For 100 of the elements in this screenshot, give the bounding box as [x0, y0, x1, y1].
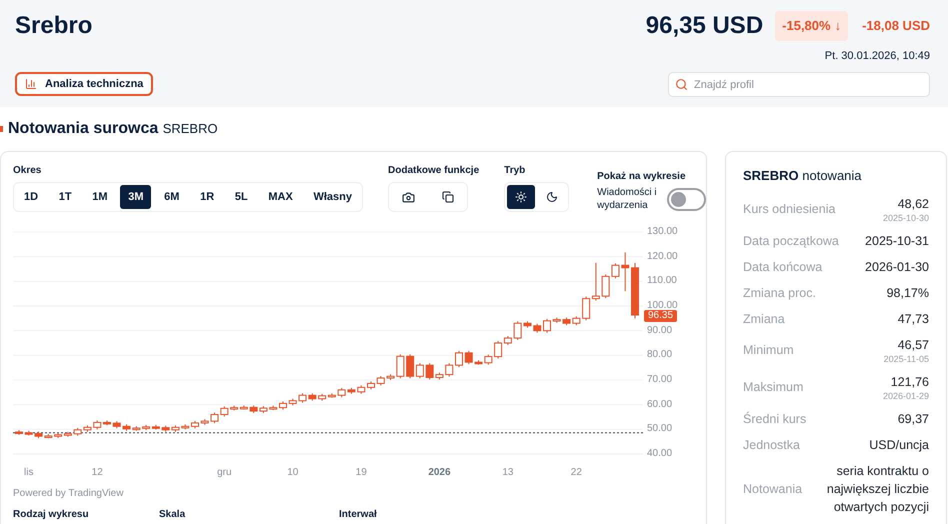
period-tab[interactable]: 3M [120, 185, 152, 209]
camera-icon[interactable] [402, 190, 416, 204]
option-label: Rodzaj wykresu [13, 509, 90, 521]
stat-label: Zmiana proc. [743, 284, 816, 300]
y-axis-label: 130.00 [647, 226, 678, 238]
candle [269, 405, 278, 411]
candle [464, 350, 473, 365]
x-axis-label: 10 [287, 466, 298, 480]
candle [103, 420, 111, 426]
y-axis-label: 40.00 [647, 448, 672, 460]
candle [533, 323, 542, 334]
stat-label: Data początkowa [743, 232, 839, 248]
x-axis-label: 13 [502, 466, 514, 480]
extra-functions-label: Dodatkowe funkcje [388, 164, 480, 178]
period-label: Okres [13, 164, 42, 178]
stat-date: 2025-10-30 [882, 212, 929, 224]
candle [631, 262, 639, 319]
stat-value: 48,62 [898, 196, 929, 212]
candle [259, 406, 268, 414]
timestamp: Pt. 30.01.2026, 10:49 [824, 49, 930, 64]
stats-title: SREBRO notowania [743, 167, 863, 185]
option-label: Skala [159, 509, 186, 521]
candle [357, 384, 366, 394]
bar-chart-icon [25, 78, 37, 90]
y-axis-label: 80.00 [647, 349, 672, 362]
candle [543, 318, 551, 334]
sun-icon[interactable] [507, 185, 536, 209]
stat-label: Data końcowa [743, 258, 822, 274]
stat-label: Minimum [743, 342, 794, 358]
stat-value: 69,37 [898, 410, 929, 428]
y-axis-label: 100.00 [647, 300, 678, 311]
stat-label: Jednostka [743, 436, 800, 452]
period-tab[interactable]: 1T [50, 185, 80, 209]
copy-icon[interactable] [442, 191, 454, 203]
candle [220, 406, 228, 417]
candle [112, 420, 121, 429]
stat-label: Notowania [743, 480, 802, 496]
y-axis-label: 60.00 [647, 398, 672, 411]
stat-value: 2025-10-31 [865, 232, 929, 250]
period-tab[interactable]: 1M [84, 185, 116, 209]
candle [552, 317, 561, 324]
candle [455, 350, 463, 368]
candle [308, 392, 316, 402]
stat-value: 2026-01-30 [865, 258, 929, 276]
stat-date: 2025-11-05 [884, 354, 929, 364]
search-field[interactable]: Znajdź profil [668, 72, 930, 97]
candle [445, 362, 454, 378]
stat-value: USD/uncja [869, 436, 929, 454]
section-marker [0, 126, 3, 132]
candle [24, 430, 33, 436]
tradingview-credit: Powered by TradingView [13, 487, 124, 501]
x-axis-label: gru [217, 466, 232, 480]
technical-analysis-button[interactable]: Analiza techniczna [15, 72, 154, 96]
period-tab[interactable]: 1D [16, 185, 46, 209]
stat-value: 47,73 [898, 310, 929, 328]
section-title: Notowania surowca SREBRO [8, 119, 218, 139]
x-axis-label: 2026 [428, 466, 451, 480]
candle [279, 400, 287, 410]
y-axis-label: 90.00 [647, 324, 672, 337]
candle [562, 317, 571, 326]
change-percent-badge: -15,80% ↓ [775, 11, 848, 41]
x-axis-label: 22 [570, 466, 582, 480]
candle [74, 427, 82, 436]
stat-date: 2026-01-29 [882, 390, 929, 402]
period-tab[interactable]: 5L [226, 185, 256, 209]
candle [181, 424, 190, 430]
candle [210, 412, 219, 424]
candle [288, 398, 297, 406]
stat-value: 98,17% [886, 284, 929, 302]
stat-label: Maksimum [743, 379, 804, 395]
option-label: Interwał [339, 509, 377, 521]
price: 96,35 USD [646, 11, 764, 41]
stat-value: 121,76 [890, 374, 929, 390]
candle [191, 420, 199, 429]
period-tab[interactable]: 1R [192, 185, 222, 209]
period-tab[interactable]: Własny [305, 185, 360, 209]
candle [621, 252, 630, 292]
mode-label: Tryb [504, 164, 526, 178]
candle [93, 420, 102, 430]
last-price-tag: 96.35 [644, 310, 678, 322]
news-events-label: Wiadomości i wydarzenia [597, 186, 658, 212]
stat-label: Zmiana [743, 310, 785, 326]
candle [200, 418, 209, 426]
candle [15, 430, 23, 436]
stat-label: Kurs odniesienia [743, 201, 836, 217]
x-axis-label: 19 [356, 466, 367, 480]
period-tab[interactable]: 6M [156, 185, 188, 209]
period-tab[interactable]: MAX [260, 185, 301, 209]
candle [572, 316, 580, 326]
stat-label: Średni kurs [743, 410, 806, 426]
stat-value: seria kontraktu o największej liczbie otwartych pozycji [826, 462, 929, 516]
y-axis-label: 50.00 [647, 423, 672, 436]
x-axis-label: 12 [92, 466, 103, 480]
news-toggle[interactable] [667, 188, 706, 210]
candle [298, 392, 307, 404]
y-axis-label: 120.00 [647, 250, 678, 263]
y-axis-label: 110.00 [647, 275, 677, 288]
x-axis-label: lis [24, 466, 34, 480]
candle [376, 376, 385, 386]
show-on-chart-label: Pokaż na wykresie [597, 170, 686, 184]
